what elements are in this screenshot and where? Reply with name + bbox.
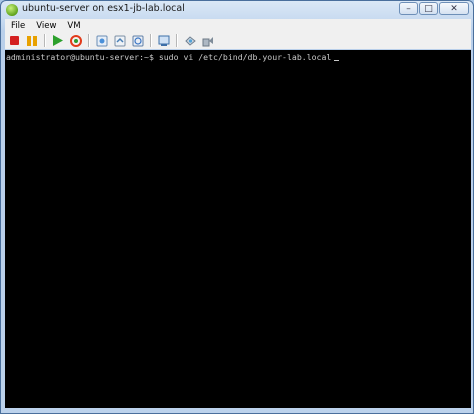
stop-icon: [9, 36, 19, 45]
reset-icon: [70, 34, 82, 47]
play-icon: [53, 35, 63, 46]
power-on-button[interactable]: [51, 34, 65, 48]
text-cursor: [334, 60, 340, 61]
suspend-button[interactable]: [25, 34, 39, 48]
title-bar[interactable]: ubuntu-server on esx1-jb-lab.local – □ ✕: [1, 1, 473, 19]
shell-prompt: administrator@ubuntu-server:~$: [6, 52, 154, 62]
toolbar-separator: [44, 34, 46, 47]
close-button[interactable]: ✕: [439, 2, 469, 15]
snapshot-manager-icon: [132, 35, 144, 46]
revert-snapshot-icon: [114, 35, 126, 46]
devices-icon: [202, 36, 213, 46]
power-off-button[interactable]: [7, 34, 21, 48]
vsphere-app-icon: [6, 4, 18, 16]
pause-icon: [27, 35, 37, 46]
shell-command: sudo vi /etc/bind/db.your-lab.local: [153, 52, 332, 62]
menu-bar: File View VM: [5, 19, 471, 32]
vm-settings-button[interactable]: [183, 34, 197, 48]
menu-view[interactable]: View: [30, 21, 61, 31]
terminal-command-line: administrator@ubuntu-server:~$ sudo vi /…: [6, 52, 340, 62]
snapshot-manager-button[interactable]: [131, 34, 145, 48]
snapshot-icon: [96, 35, 108, 46]
settings-icon: [184, 35, 196, 46]
vm-console-screen[interactable]: administrator@ubuntu-server:~$ sudo vi /…: [5, 50, 471, 408]
toolbar: [5, 32, 471, 49]
reset-button[interactable]: [69, 34, 83, 48]
snapshot-button[interactable]: [95, 34, 109, 48]
console-options-icon: [158, 35, 169, 46]
toolbar-separator: [150, 34, 152, 47]
toolbar-separator: [176, 34, 178, 47]
toolbar-separator: [88, 34, 90, 47]
vm-console-window: ubuntu-server on esx1-jb-lab.local – □ ✕…: [0, 0, 474, 414]
minimize-button[interactable]: –: [399, 2, 418, 15]
menu-file[interactable]: File: [5, 21, 30, 31]
window-title: ubuntu-server on esx1-jb-lab.local: [22, 3, 185, 14]
revert-snapshot-button[interactable]: [113, 34, 127, 48]
console-options-button[interactable]: [157, 34, 171, 48]
connect-devices-button[interactable]: [201, 34, 215, 48]
window-controls: – □ ✕: [398, 2, 469, 15]
window-bottom-frame: [5, 408, 471, 413]
maximize-button[interactable]: □: [419, 2, 438, 15]
menu-vm[interactable]: VM: [61, 21, 85, 31]
